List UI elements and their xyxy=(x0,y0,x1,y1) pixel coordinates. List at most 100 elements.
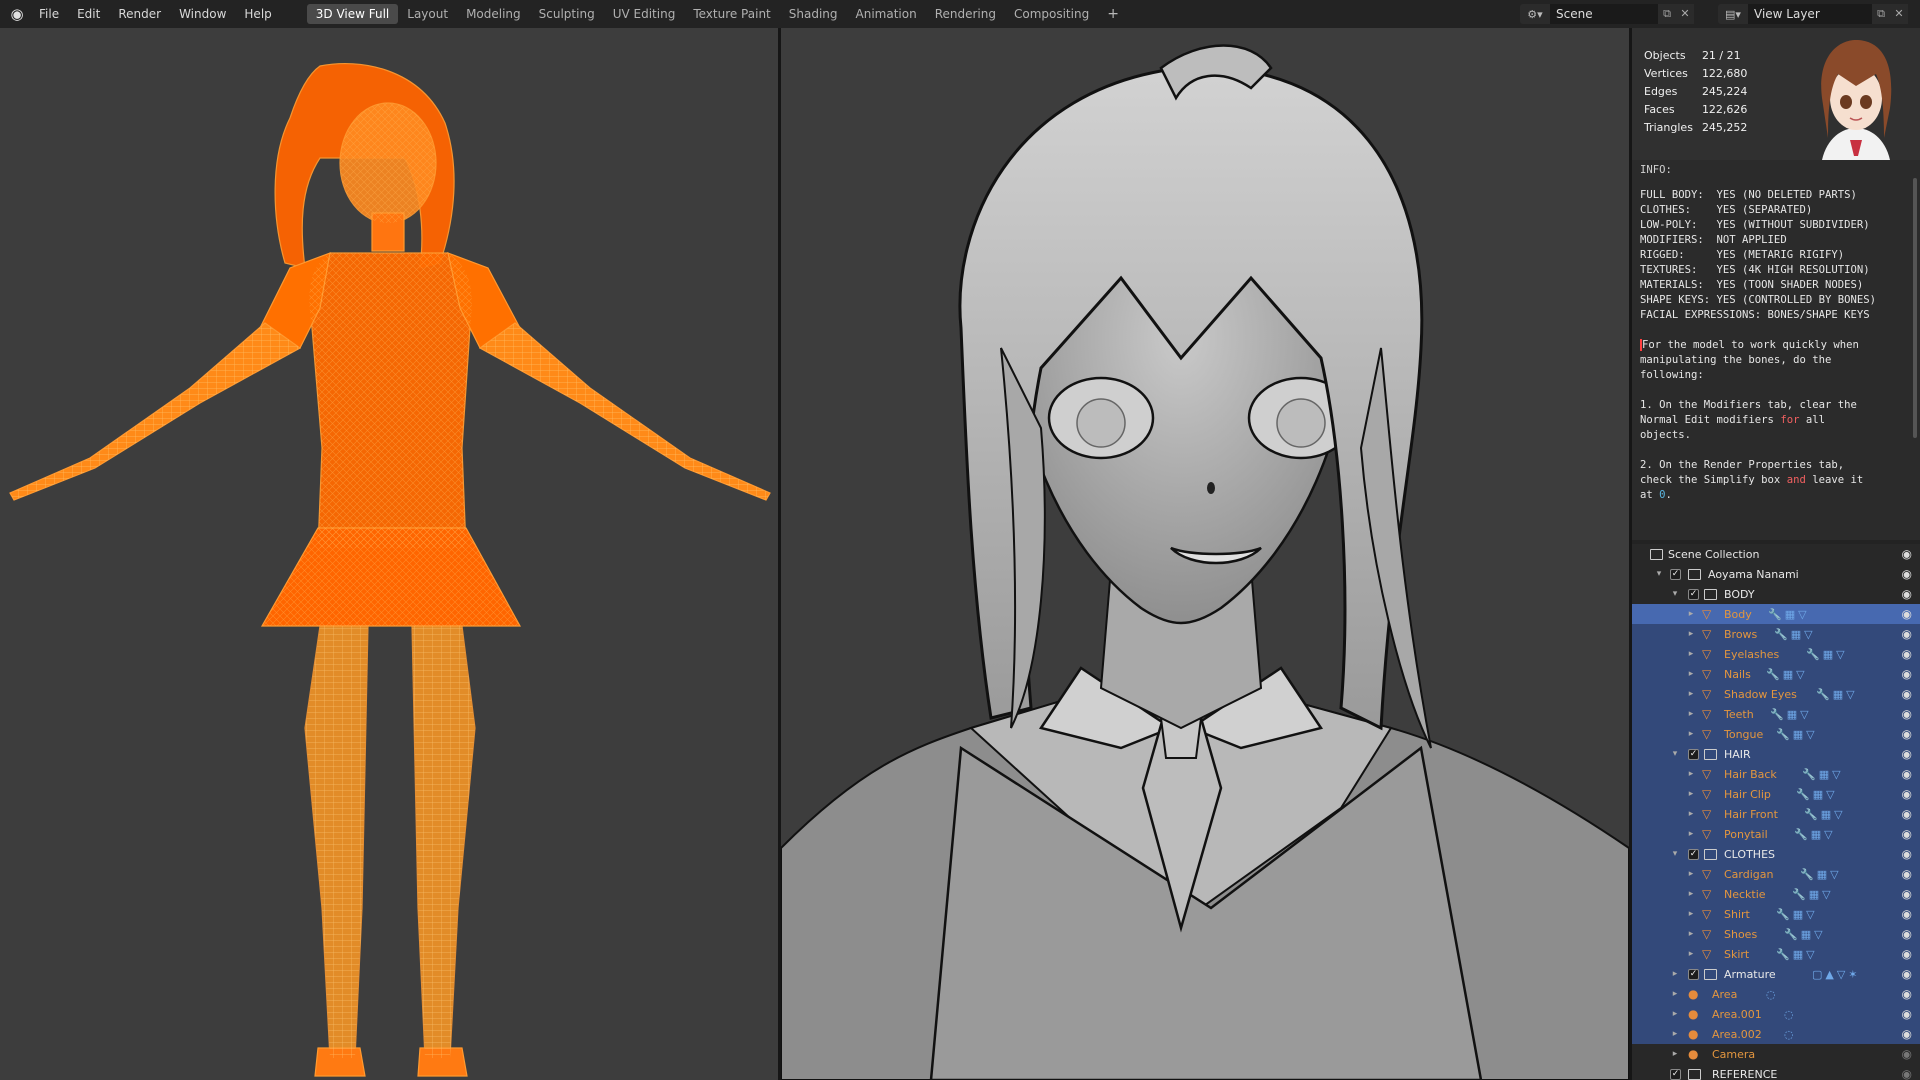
modifier-icons[interactable]: 🔧▦▽ xyxy=(1766,668,1808,681)
modifier-icons[interactable]: 🔧▦▽ xyxy=(1806,648,1848,661)
view-layer-selector[interactable]: ▤▾ View Layer ⧉ ✕ xyxy=(1718,4,1908,24)
visibility-eye-icon[interactable]: ◉ xyxy=(1902,967,1912,981)
visibility-eye-icon[interactable]: ◉ xyxy=(1902,647,1912,661)
outliner-collection-clothes[interactable]: ▾ ✓ CLOTHES ◉ xyxy=(1632,844,1920,864)
modifier-icons[interactable]: 🔧▦▽ xyxy=(1796,788,1838,801)
outliner-light-area[interactable]: ▸ ● Area ◌ ◉ xyxy=(1632,984,1920,1004)
visibility-eye-icon[interactable]: ◉ xyxy=(1902,627,1912,641)
modifier-icons[interactable]: 🔧▦▽ xyxy=(1776,908,1818,921)
exclude-checkbox[interactable]: ✓ xyxy=(1688,848,1699,860)
visibility-eye-icon[interactable]: ◉ xyxy=(1902,787,1912,801)
outliner-object-brows[interactable]: ▸ ▽ Brows 🔧▦▽ ◉ xyxy=(1632,624,1920,644)
collapse-arrow-icon[interactable]: ▸ xyxy=(1686,669,1696,679)
tab-modeling[interactable]: Modeling xyxy=(457,4,530,24)
viewport-right-solid[interactable] xyxy=(781,28,1629,1080)
outliner-armature[interactable]: ▸ ✓ Armature ▢▲▽✶ ◉ xyxy=(1632,964,1920,984)
visibility-eye-icon[interactable]: ◉ xyxy=(1902,607,1912,621)
modifier-icons[interactable]: 🔧▦▽ xyxy=(1800,868,1842,881)
exclude-checkbox[interactable]: ✓ xyxy=(1670,568,1681,580)
modifier-icons[interactable]: 🔧▦▽ xyxy=(1770,708,1812,721)
expand-arrow-icon[interactable]: ▾ xyxy=(1670,849,1680,859)
outliner-object-nails[interactable]: ▸ ▽ Nails 🔧▦▽ ◉ xyxy=(1632,664,1920,684)
menu-file[interactable]: File xyxy=(30,0,68,28)
scene-selector[interactable]: ⚙▾ Scene ⧉ ✕ xyxy=(1520,4,1694,24)
outliner-object-hair-back[interactable]: ▸ ▽ Hair Back 🔧▦▽ ◉ xyxy=(1632,764,1920,784)
view-layer-icon[interactable]: ▤▾ xyxy=(1718,4,1748,24)
tab-layout[interactable]: Layout xyxy=(398,4,457,24)
collapse-arrow-icon[interactable]: ▸ xyxy=(1686,729,1696,739)
outliner[interactable]: Scene Collection ◉ ▾ ✓ Aoyama Nanami ◉ ▾ ✓ BODY ◉… xyxy=(1632,544,1920,1080)
collapse-arrow-icon[interactable]: ▸ xyxy=(1686,949,1696,959)
collapse-arrow-icon[interactable]: ▸ xyxy=(1686,809,1696,819)
collapse-arrow-icon[interactable]: ▸ xyxy=(1670,969,1680,979)
modifier-icons[interactable]: ▢▲▽✶ xyxy=(1812,968,1861,981)
delete-scene-icon[interactable]: ✕ xyxy=(1676,4,1694,24)
modifier-icons[interactable]: 🔧▦▽ xyxy=(1768,608,1810,621)
outliner-object-hair-front[interactable]: ▸ ▽ Hair Front 🔧▦▽ ◉ xyxy=(1632,804,1920,824)
new-scene-icon[interactable]: ⧉ xyxy=(1658,4,1676,24)
visibility-eye-icon[interactable]: ◉ xyxy=(1902,707,1912,721)
outliner-collection-aoyama[interactable]: ▾ ✓ Aoyama Nanami ◉ xyxy=(1632,564,1920,584)
visibility-eye-icon[interactable]: ◉ xyxy=(1902,927,1912,941)
collapse-arrow-icon[interactable]: ▸ xyxy=(1686,909,1696,919)
exclude-checkbox[interactable]: ✓ xyxy=(1670,1068,1681,1080)
outliner-light-area-001[interactable]: ▸ ● Area.001 ◌ ◉ xyxy=(1632,1004,1920,1024)
visibility-eye-icon[interactable]: ◉ xyxy=(1902,567,1912,581)
outliner-object-skirt[interactable]: ▸ ▽ Skirt 🔧▦▽ ◉ xyxy=(1632,944,1920,964)
modifier-icons[interactable]: ◌ xyxy=(1766,988,1779,1001)
outliner-collection-hair[interactable]: ▾ ✓ HAIR ◉ xyxy=(1632,744,1920,764)
outliner-object-body[interactable]: ▸ ▽ Body 🔧▦▽ ◉ xyxy=(1632,604,1920,624)
exclude-checkbox[interactable]: ✓ xyxy=(1688,588,1699,600)
visibility-eye-icon[interactable]: ◉ xyxy=(1902,807,1912,821)
visibility-eye-icon[interactable]: ◉ xyxy=(1902,887,1912,901)
tab-3d-view-full[interactable]: 3D View Full xyxy=(306,4,399,24)
add-workspace-button[interactable]: + xyxy=(1098,4,1128,24)
outliner-object-shoes[interactable]: ▸ ▽ Shoes 🔧▦▽ ◉ xyxy=(1632,924,1920,944)
tab-texture-paint[interactable]: Texture Paint xyxy=(684,4,779,24)
modifier-icons[interactable]: 🔧▦▽ xyxy=(1776,948,1818,961)
tab-compositing[interactable]: Compositing xyxy=(1005,4,1098,24)
tab-uv-editing[interactable]: UV Editing xyxy=(604,4,685,24)
visibility-eye-icon[interactable]: ◉ xyxy=(1902,667,1912,681)
outliner-object-eyelashes[interactable]: ▸ ▽ Eyelashes 🔧▦▽ ◉ xyxy=(1632,644,1920,664)
modifier-icons[interactable]: 🔧▦▽ xyxy=(1802,768,1844,781)
collapse-arrow-icon[interactable]: ▸ xyxy=(1686,829,1696,839)
visibility-eye-icon[interactable]: ◉ xyxy=(1902,847,1912,861)
collapse-arrow-icon[interactable]: ▸ xyxy=(1686,629,1696,639)
visibility-eye-icon[interactable]: ◉ xyxy=(1902,547,1912,561)
visibility-eye-icon[interactable]: ◉ xyxy=(1902,867,1912,881)
menu-window[interactable]: Window xyxy=(170,0,235,28)
outliner-object-shirt[interactable]: ▸ ▽ Shirt 🔧▦▽ ◉ xyxy=(1632,904,1920,924)
exclude-checkbox[interactable]: ✓ xyxy=(1688,748,1699,760)
collapse-arrow-icon[interactable]: ▸ xyxy=(1686,769,1696,779)
exclude-checkbox[interactable]: ✓ xyxy=(1688,968,1699,980)
outliner-camera[interactable]: ▸ ● Camera ◉ xyxy=(1632,1044,1920,1064)
visibility-eye-icon[interactable]: ◉ xyxy=(1902,727,1912,741)
menu-edit[interactable]: Edit xyxy=(68,0,109,28)
modifier-icons[interactable]: 🔧▦▽ xyxy=(1816,688,1858,701)
collapse-arrow-icon[interactable]: ▸ xyxy=(1670,989,1680,999)
modifier-icons[interactable]: 🔧▦▽ xyxy=(1804,808,1846,821)
collapse-arrow-icon[interactable]: ▸ xyxy=(1670,1049,1680,1059)
outliner-scene-collection[interactable]: Scene Collection ◉ xyxy=(1632,544,1920,564)
outliner-light-area-002[interactable]: ▸ ● Area.002 ◌ ◉ xyxy=(1632,1024,1920,1044)
outliner-object-necktie[interactable]: ▸ ▽ Necktie 🔧▦▽ ◉ xyxy=(1632,884,1920,904)
info-scrollbar[interactable] xyxy=(1913,178,1917,438)
expand-arrow-icon[interactable]: ▾ xyxy=(1670,749,1680,759)
visibility-eye-icon[interactable]: ◉ xyxy=(1902,947,1912,961)
collapse-arrow-icon[interactable]: ▸ xyxy=(1686,689,1696,699)
modifier-icons[interactable]: ◌ xyxy=(1784,1008,1797,1021)
visibility-eye-icon[interactable]: ◉ xyxy=(1902,907,1912,921)
delete-view-layer-icon[interactable]: ✕ xyxy=(1890,4,1908,24)
outliner-collection-body[interactable]: ▾ ✓ BODY ◉ xyxy=(1632,584,1920,604)
tab-sculpting[interactable]: Sculpting xyxy=(530,4,604,24)
visibility-eye-icon[interactable]: ◉ xyxy=(1902,767,1912,781)
outliner-object-tongue[interactable]: ▸ ▽ Tongue 🔧▦▽ ◉ xyxy=(1632,724,1920,744)
outliner-object-ponytail[interactable]: ▸ ▽ Ponytail 🔧▦▽ ◉ xyxy=(1632,824,1920,844)
outliner-object-cardigan[interactable]: ▸ ▽ Cardigan 🔧▦▽ ◉ xyxy=(1632,864,1920,884)
visibility-eye-icon[interactable]: ◉ xyxy=(1902,1067,1912,1080)
collapse-arrow-icon[interactable]: ▸ xyxy=(1686,869,1696,879)
scene-icon[interactable]: ⚙▾ xyxy=(1520,4,1550,24)
tab-rendering[interactable]: Rendering xyxy=(926,4,1005,24)
viewport-left-wireframe[interactable] xyxy=(0,28,778,1080)
